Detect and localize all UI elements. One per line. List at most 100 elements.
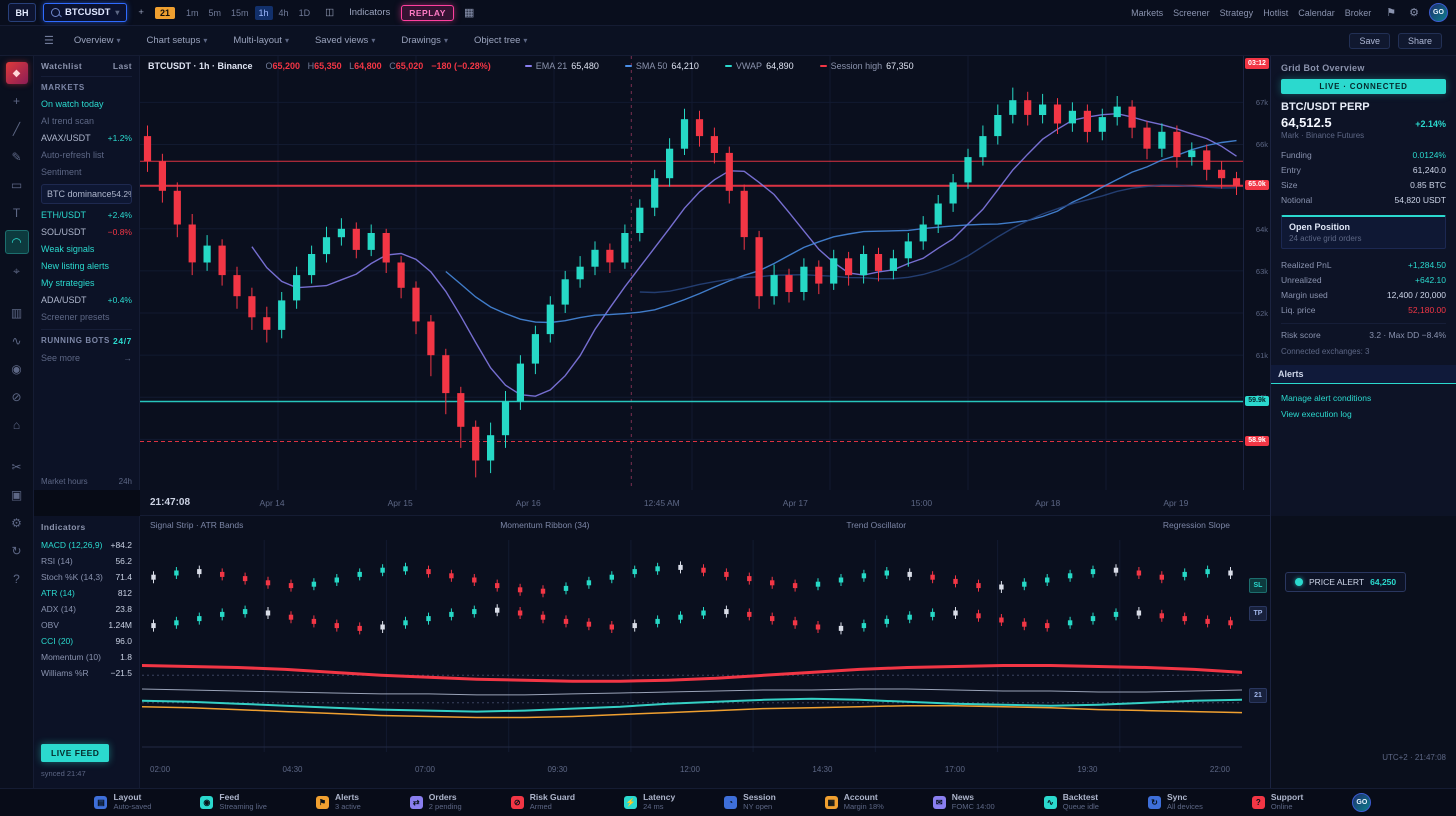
watchlist-row[interactable]: Screener presets — [41, 309, 132, 326]
gear-icon[interactable]: ⚙ — [1406, 6, 1422, 19]
watchlist-row[interactable]: Auto-refresh list — [41, 147, 132, 164]
drawing-tool-icon[interactable]: ? — [6, 568, 28, 590]
watchlist-panel[interactable]: Watchlist Last MARKETS On watch today AI… — [34, 56, 140, 490]
indicator-row[interactable]: Stoch %K (14,3) 71.4 — [41, 569, 132, 585]
drawing-tool-icon[interactable]: ◉ — [6, 358, 28, 380]
drawing-tool-icon[interactable]: ∿ — [6, 330, 28, 352]
price-alert-pill[interactable]: PRICE ALERT 64,250 — [1285, 572, 1406, 592]
drawing-tool-icon[interactable]: ◠ — [5, 230, 29, 254]
timeframe-button[interactable]: 4h — [275, 6, 293, 20]
status-bar-item[interactable]: ⚡ Latency 24 ms — [624, 793, 675, 811]
drawing-tool-icon[interactable]: ▥ — [6, 302, 28, 324]
drawing-tool-icon[interactable]: T — [6, 202, 28, 224]
watchlist-row[interactable]: Weak signals — [41, 241, 132, 258]
watchlist-row[interactable]: SOL/USDT −0.8% — [41, 224, 132, 241]
bar-replay-count-badge[interactable]: 21 — [155, 7, 175, 19]
chart-toolbar-tab[interactable]: Drawings▾ — [395, 34, 454, 47]
topbar-menu-item[interactable]: Screener — [1168, 6, 1215, 20]
indicators-button[interactable]: Indicators — [345, 5, 394, 20]
timeframe-button[interactable]: 1h — [255, 6, 273, 20]
replay-button[interactable]: REPLAY — [401, 5, 454, 21]
chart-toolbar-tab[interactable]: Saved views▾ — [309, 34, 381, 47]
watchlist-row[interactable]: MARKETS — [41, 76, 132, 96]
status-bar-item[interactable]: ⚑ Alerts 3 active — [316, 793, 361, 811]
chart-toolbar-tab[interactable]: Multi-layout▾ — [227, 34, 295, 47]
drawing-tool-icon[interactable]: ▭ — [6, 174, 28, 196]
chart-edge-badge[interactable]: 21 — [1249, 688, 1267, 703]
drawing-tool-icon[interactable]: ⌂ — [6, 414, 28, 436]
chart-toolbar-tab[interactable]: Overview▾ — [68, 34, 127, 47]
timeframe-button[interactable]: 1m — [182, 6, 203, 20]
watchlist-row[interactable]: AVAX/USDT +1.2% — [41, 130, 132, 147]
symbol-search-input[interactable]: BTCUSDT ▾ — [43, 3, 127, 22]
chart-edge-badge[interactable]: SL — [1249, 578, 1267, 593]
app-logo[interactable]: BH — [8, 3, 36, 22]
indicator-charts-panel[interactable]: Signal Strip · ATR BandsMomentum Ribbon … — [140, 516, 1270, 788]
status-bar-item[interactable]: ⊘ Risk Guard Armed — [511, 793, 575, 811]
compare-button[interactable]: + — [134, 5, 148, 20]
open-position-card[interactable]: Open Position 24 active grid orders — [1281, 215, 1446, 249]
watchlist-row[interactable]: See more → — [41, 349, 132, 366]
topbar-menu-item[interactable]: Strategy — [1215, 6, 1259, 20]
topbar-menu-item[interactable]: Markets — [1126, 6, 1168, 20]
status-bar-item[interactable]: ◉ Feed Streaming live — [200, 793, 267, 811]
indicator-row[interactable]: OBV 1.24M — [41, 617, 132, 633]
drawing-tool-icon[interactable]: + — [6, 90, 28, 112]
chart-toolbar-action-button[interactable]: Share — [1398, 33, 1442, 49]
drawing-tool-icon[interactable]: ⚙ — [6, 512, 28, 534]
menu-icon[interactable]: ☰ — [44, 34, 54, 47]
watchlist-row[interactable]: RUNNING BOTS 24/7 — [41, 329, 132, 350]
status-bar-item[interactable]: ▦ Account Margin 18% — [825, 793, 884, 811]
drawing-tool-icon[interactable]: ⌖ — [6, 260, 28, 282]
drawing-tool-icon[interactable]: ↻ — [6, 540, 28, 562]
indicator-panel-title[interactable]: Signal Strip · ATR Bands — [150, 520, 243, 530]
drawing-tool-icon[interactable]: ✎ — [6, 146, 28, 168]
indicator-row[interactable]: ATR (14) 812 — [41, 585, 132, 601]
drawing-tool-icon[interactable]: ▣ — [6, 484, 28, 506]
chart-edge-badge[interactable]: TP — [1249, 606, 1267, 621]
indicator-row[interactable]: MACD (12,26,9) +84.2 — [41, 537, 132, 553]
indicator-panel-title[interactable]: Regression Slope — [1163, 520, 1230, 530]
layout-grid-icon[interactable]: ▦ — [461, 6, 477, 19]
indicator-panel-title[interactable]: Trend Oscillator — [846, 520, 906, 530]
chart-toolbar-action-button[interactable]: Save — [1349, 33, 1390, 49]
drawing-tool-icon[interactable]: ╱ — [6, 118, 28, 140]
main-price-chart[interactable]: BTCUSDT · 1h · Binance O65,200 H65,350 L… — [140, 56, 1270, 490]
alert-link[interactable]: View execution log — [1281, 406, 1352, 422]
status-avatar[interactable]: GO — [1352, 793, 1371, 812]
position-details-panel[interactable]: Grid Bot Overview LIVE · CONNECTED BTC/U… — [1270, 56, 1456, 516]
watchlist-row[interactable]: On watch today — [41, 96, 132, 113]
timeframe-button[interactable]: 15m — [227, 6, 253, 20]
live-feed-button[interactable]: LIVE FEED — [41, 744, 109, 762]
watchlist-row[interactable]: BTC dominance 54.2% — [41, 184, 132, 204]
price-axis[interactable]: 03:12 67k66k65k64k63k62k61k60k59k65.0k59… — [1243, 56, 1270, 490]
indicator-row[interactable]: ADX (14) 23.8 — [41, 601, 132, 617]
indicator-row[interactable]: Momentum (10) 1.8 — [41, 649, 132, 665]
chart-toolbar-tab[interactable]: Object tree▾ — [468, 34, 533, 47]
alerts-bell-icon[interactable]: ⚑ — [1383, 6, 1399, 19]
connection-banner[interactable]: LIVE · CONNECTED — [1281, 79, 1446, 94]
watchlist-row[interactable]: ADA/USDT +0.4% — [41, 292, 132, 309]
watchlist-row[interactable]: AI trend scan — [41, 113, 132, 130]
indicator-row[interactable]: CCI (20) 96.0 — [41, 633, 132, 649]
topbar-menu-item[interactable]: Broker — [1340, 6, 1377, 20]
watchlist-row[interactable]: My strategies — [41, 275, 132, 292]
status-bar-item[interactable]: ◔ Session NY open — [724, 793, 776, 811]
status-bar-item[interactable]: ? Support Online — [1252, 793, 1304, 811]
time-axis[interactable]: 21:47:08 Apr 14Apr 15Apr 1612:45 AMApr 1… — [140, 490, 1270, 516]
chart-type-button[interactable]: ◫ — [321, 5, 338, 20]
status-bar-item[interactable]: ▤ Layout Auto-saved — [94, 793, 151, 811]
alert-link[interactable]: Manage alert conditions — [1281, 390, 1371, 406]
indicator-list-panel[interactable]: Indicators MACD (12,26,9) +84.2 RSI (14)… — [34, 516, 140, 788]
watchlist-row[interactable]: ETH/USDT +2.4% — [41, 207, 132, 224]
drawing-tool-icon[interactable]: ◆ — [6, 62, 28, 84]
watchlist-row[interactable]: New listing alerts — [41, 258, 132, 275]
indicator-row[interactable]: RSI (14) 56.2 — [41, 553, 132, 569]
topbar-menu-item[interactable]: Hotlist — [1258, 6, 1293, 20]
drawing-tool-icon[interactable]: ✂ — [6, 456, 28, 478]
user-avatar[interactable]: GO — [1429, 3, 1448, 22]
status-bar-item[interactable]: ∿ Backtest Queue idle — [1044, 793, 1099, 811]
chart-toolbar-tab[interactable]: Chart setups▾ — [140, 34, 213, 47]
status-bar-item[interactable]: ↻ Sync All devices — [1148, 793, 1203, 811]
indicator-row[interactable]: Williams %R −21.5 — [41, 665, 132, 681]
